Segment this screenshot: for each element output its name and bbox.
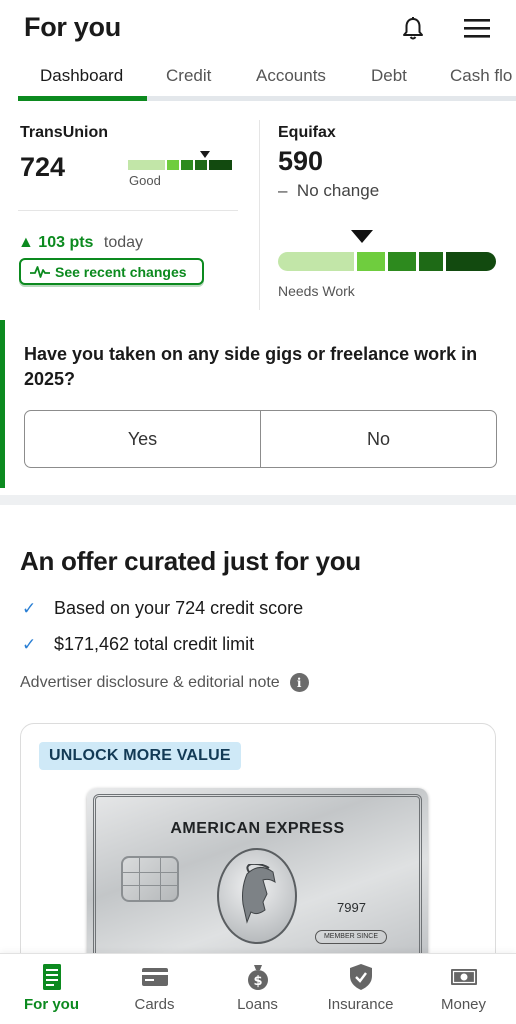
- tab-active-indicator: [18, 96, 147, 101]
- score-change: ▲ 103 pts today: [18, 234, 143, 252]
- question-text: Have you taken on any side gigs or freel…: [24, 344, 478, 389]
- nav-insurance[interactable]: Insurance: [309, 954, 412, 1024]
- card-brand: AMERICAN EXPRESS: [170, 820, 345, 837]
- yes-button[interactable]: Yes: [25, 411, 260, 467]
- equifax-label: Equifax: [278, 124, 336, 141]
- tab-cash-flow[interactable]: Cash flo: [450, 66, 512, 86]
- equifax-change-text: No change: [296, 181, 380, 200]
- page-title: For you: [24, 12, 121, 42]
- nav-loans[interactable]: $ Loans: [206, 954, 309, 1024]
- tab-debt[interactable]: Debt: [371, 66, 407, 86]
- dash-icon: –: [278, 181, 288, 200]
- advertiser-disclosure[interactable]: Advertiser disclosure & editorial note i: [20, 673, 309, 692]
- see-recent-changes-button[interactable]: See recent changes: [19, 258, 204, 285]
- offer-bullet: ✓ Based on your 724 credit score: [22, 598, 303, 619]
- transunion-rating: Good: [129, 173, 161, 188]
- offer-bullet-text: Based on your 724 credit score: [54, 598, 304, 618]
- unlock-badge: UNLOCK MORE VALUE: [39, 742, 241, 770]
- document-list-icon: [42, 964, 61, 990]
- banknote-icon: [450, 969, 477, 985]
- equifax-score[interactable]: 590: [278, 146, 323, 177]
- no-button[interactable]: No: [260, 411, 496, 467]
- equifax-score-bar: [278, 252, 496, 271]
- nav-label: For you: [24, 996, 79, 1013]
- nav-label: Cards: [134, 996, 175, 1013]
- offer-bullet-text: $171,462 total credit limit: [54, 634, 255, 654]
- bottom-navigation: For you Cards $ Loans Insurance Money: [0, 953, 516, 1024]
- equifax-score-marker: [351, 230, 373, 243]
- transunion-score-marker: [200, 151, 210, 158]
- offer-title: An offer curated just for you: [20, 546, 361, 576]
- tab-accounts[interactable]: Accounts: [256, 66, 326, 86]
- checkmark-icon: ✓: [22, 598, 37, 618]
- tab-credit[interactable]: Credit: [166, 66, 211, 86]
- activity-pulse-icon: [30, 265, 50, 278]
- chip-icon: [121, 856, 179, 902]
- transunion-label: TransUnion: [20, 124, 109, 141]
- card-number: 7997: [337, 900, 366, 915]
- shield-check-icon: [349, 964, 372, 990]
- question-accent-bar: [0, 320, 5, 488]
- nav-label: Insurance: [327, 996, 394, 1013]
- money-bag-icon: $: [247, 965, 268, 990]
- up-arrow-icon: ▲: [18, 234, 34, 251]
- nav-for-you[interactable]: For you: [0, 954, 103, 1024]
- centurion-logo-icon: [217, 848, 297, 944]
- info-icon[interactable]: i: [289, 673, 309, 692]
- section-separator: [0, 495, 516, 505]
- see-recent-changes-label: See recent changes: [55, 263, 187, 280]
- divider: [18, 210, 238, 211]
- tab-dashboard[interactable]: Dashboard: [40, 66, 123, 86]
- score-change-period: today: [103, 234, 144, 251]
- equifax-rating: Needs Work: [278, 283, 355, 299]
- nav-cards[interactable]: Cards: [103, 954, 206, 1024]
- advertiser-disclosure-text[interactable]: Advertiser disclosure & editorial note: [20, 674, 280, 692]
- transunion-score-bar: [128, 160, 232, 170]
- nav-money[interactable]: Money: [412, 954, 515, 1024]
- equifax-change: – No change: [278, 181, 379, 201]
- score-divider: [259, 120, 260, 310]
- member-since-label: MEMBER SINCE: [315, 930, 387, 944]
- transunion-score[interactable]: 724: [20, 152, 65, 183]
- svg-text:$: $: [253, 974, 262, 989]
- nav-label: Money: [440, 996, 487, 1013]
- hamburger-menu-icon[interactable]: [462, 16, 492, 40]
- yes-no-buttons: Yes No: [24, 410, 497, 468]
- checkmark-icon: ✓: [22, 634, 37, 654]
- score-change-value: 103 pts: [38, 234, 94, 251]
- app-header: For you: [0, 0, 516, 56]
- offer-bullet: ✓ $171,462 total credit limit: [22, 634, 254, 655]
- bell-icon[interactable]: [400, 16, 426, 42]
- nav-label: Loans: [237, 996, 278, 1013]
- credit-card-icon: [141, 968, 168, 986]
